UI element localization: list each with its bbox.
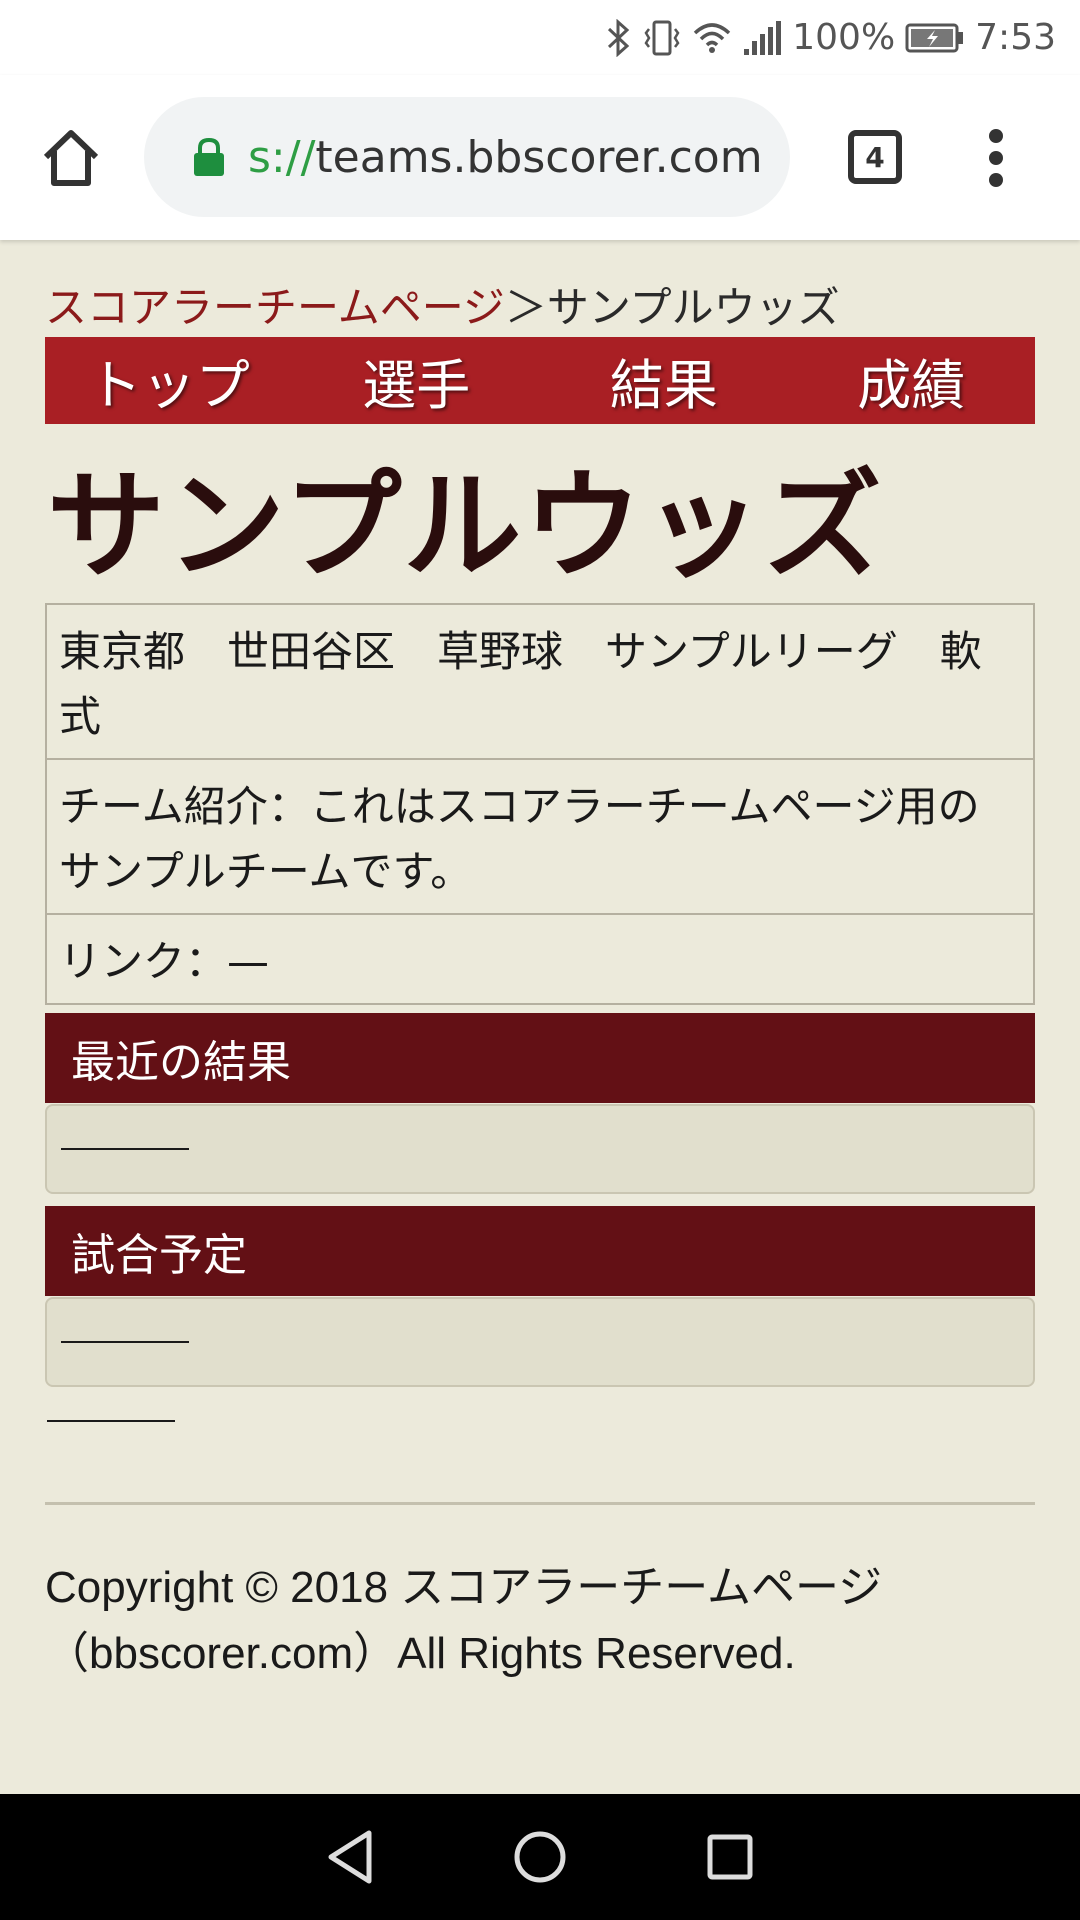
schedule-box bbox=[45, 1297, 1035, 1387]
schedule-heading: 試合予定 bbox=[45, 1206, 1035, 1296]
footer-divider bbox=[45, 1502, 1035, 1505]
breadcrumb-current: サンプルウッズ bbox=[546, 283, 840, 332]
back-button[interactable] bbox=[315, 1822, 385, 1892]
status-bar: 100% 7:53 bbox=[0, 0, 1080, 75]
nav-results[interactable]: 結果 bbox=[540, 341, 788, 420]
vibrate-icon bbox=[642, 19, 682, 57]
more-menu-button[interactable] bbox=[976, 125, 1016, 191]
home-icon bbox=[43, 130, 99, 186]
divider-line bbox=[47, 1420, 175, 1422]
menu-dot-icon bbox=[989, 129, 1003, 143]
footer: Copyright © 2018 スコアラーチームページ （bbscorer.c… bbox=[45, 1555, 1035, 1687]
signal-icon bbox=[742, 19, 782, 57]
home-circle-icon bbox=[514, 1831, 566, 1883]
nav-players[interactable]: 選手 bbox=[293, 341, 541, 420]
battery-percent: 100% bbox=[792, 17, 896, 58]
system-nav-bar bbox=[0, 1794, 1080, 1920]
breadcrumb-separator: ＞ bbox=[504, 283, 547, 332]
wifi-icon bbox=[692, 19, 732, 57]
nav-stats[interactable]: 成績 bbox=[788, 341, 1036, 420]
recents-square-icon bbox=[707, 1834, 753, 1880]
team-name: サンプルウッズ bbox=[47, 457, 884, 595]
team-info-table: 東京都 世田谷区 草野球 サンプルリーグ 軟式 チーム紹介：これはスコアラーチー… bbox=[45, 603, 1035, 1005]
recent-results-box bbox=[45, 1104, 1035, 1194]
home-button[interactable] bbox=[38, 125, 104, 191]
empty-placeholder-line bbox=[61, 1341, 189, 1343]
menu-dot-icon bbox=[989, 173, 1003, 187]
bluetooth-icon bbox=[606, 18, 632, 57]
clock: 7:53 bbox=[975, 17, 1056, 58]
breadcrumb: スコアラーチームページ＞サンプルウッズ bbox=[45, 274, 840, 335]
url-host: teams.bbscorer.com bbox=[315, 131, 763, 183]
recents-button[interactable] bbox=[695, 1822, 765, 1892]
nav-top[interactable]: トップ bbox=[45, 341, 293, 420]
team-location-row: 東京都 世田谷区 草野球 サンプルリーグ 軟式 bbox=[47, 605, 1033, 760]
home-nav-button[interactable] bbox=[505, 1822, 575, 1892]
breadcrumb-home-link[interactable]: スコアラーチームページ bbox=[45, 283, 505, 332]
tab-switcher-button[interactable]: 4 bbox=[848, 130, 902, 184]
team-intro-row: チーム紹介：これはスコアラーチームページ用のサンプルチームです。 bbox=[47, 760, 1033, 915]
url-bar[interactable]: s://teams.bbscorer.com bbox=[144, 97, 790, 217]
recent-results-heading: 最近の結果 bbox=[45, 1013, 1035, 1103]
main-nav: トップ 選手 結果 成績 bbox=[45, 337, 1035, 424]
url-text: s://teams.bbscorer.com bbox=[248, 132, 763, 183]
battery-charging-icon bbox=[905, 22, 965, 54]
copyright-line: Copyright © 2018 スコアラーチームページ bbox=[45, 1563, 883, 1612]
team-link-row: リンク：— bbox=[59, 937, 270, 986]
empty-placeholder-line bbox=[61, 1148, 189, 1150]
menu-dot-icon bbox=[989, 151, 1003, 165]
back-triangle-icon bbox=[328, 1830, 372, 1884]
browser-toolbar: s://teams.bbscorer.com 4 bbox=[0, 75, 1080, 240]
rights-line: （bbscorer.com）All Rights Reserved. bbox=[45, 1629, 796, 1678]
lock-icon bbox=[194, 137, 224, 176]
url-scheme: s:// bbox=[248, 131, 316, 183]
